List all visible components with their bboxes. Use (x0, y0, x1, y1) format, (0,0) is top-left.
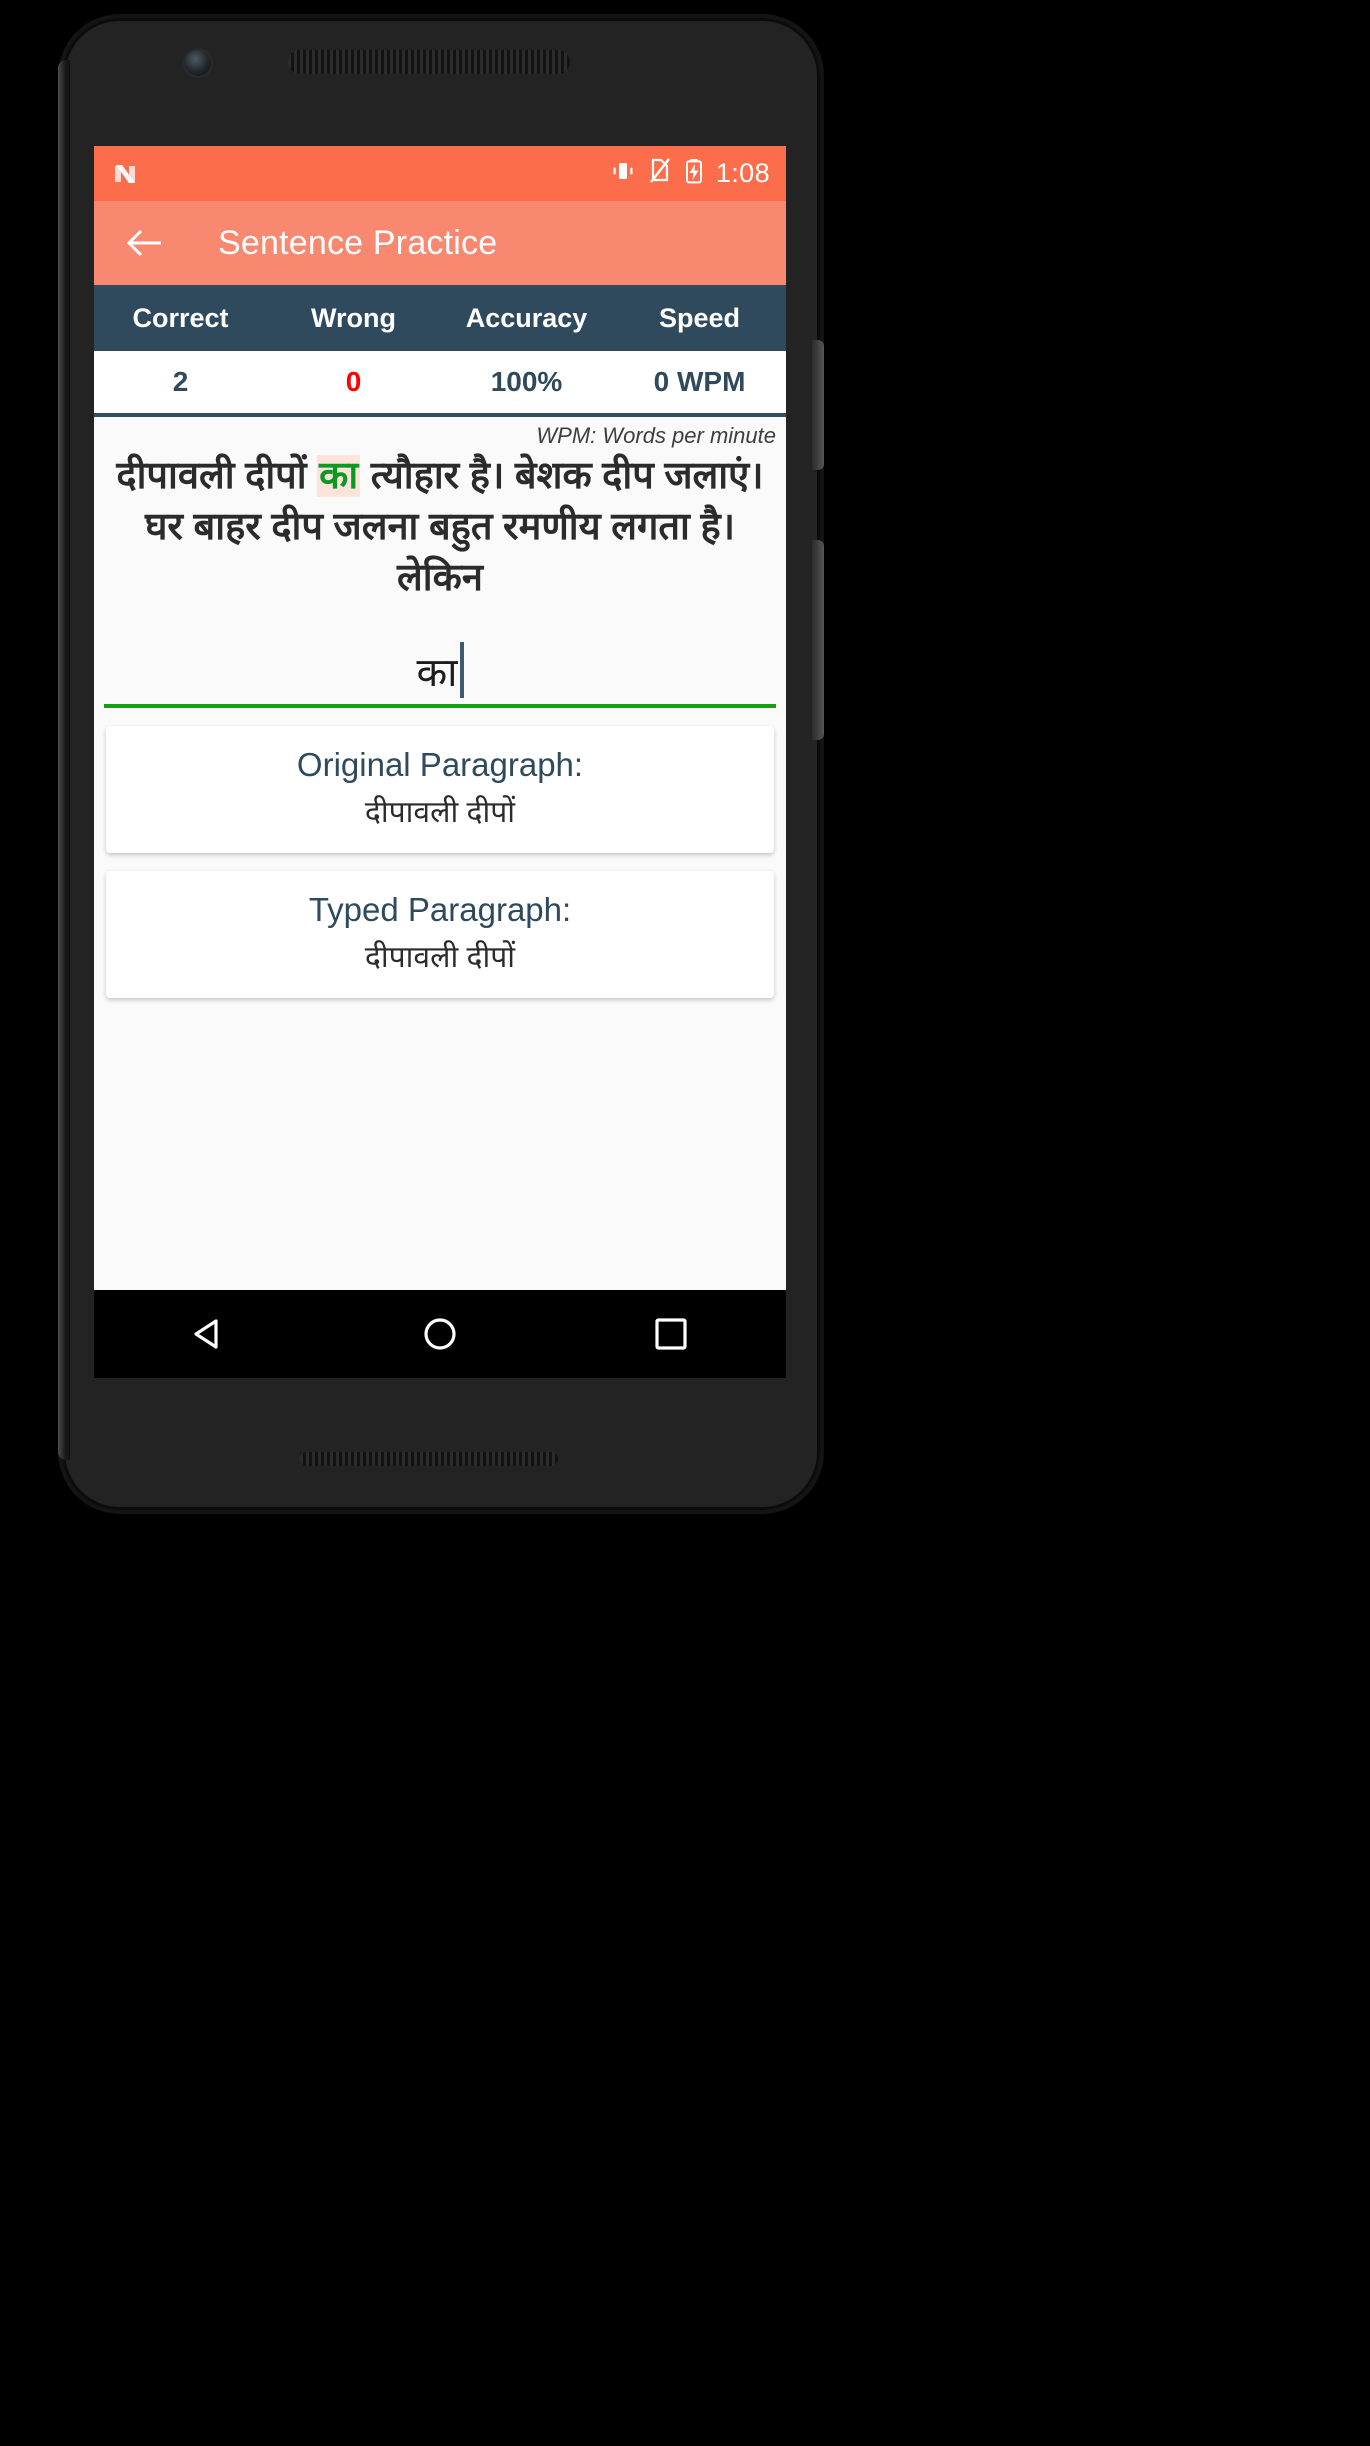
device-power-button[interactable] (812, 340, 824, 470)
earpiece-speaker (288, 50, 570, 74)
device-volume-button[interactable] (812, 540, 824, 740)
typed-paragraph-title: Typed Paragraph: (308, 890, 572, 928)
status-bar-right: 1:08 (610, 158, 770, 189)
app-toolbar: Sentence Practice (94, 201, 786, 285)
stats-header-wrong: Wrong (311, 302, 396, 333)
stats-header-correct: Correct (132, 302, 229, 333)
vibrate-icon (610, 158, 636, 189)
back-arrow-icon[interactable] (122, 220, 168, 266)
target-paragraph: दीपावली दीपों का त्यौहार है। बेशक दीप जल… (94, 449, 786, 604)
phone-screen: 1:08 Sentence Practice Correct Wrong Acc… (94, 146, 786, 1378)
status-bar-left (112, 161, 610, 187)
bottom-speaker (300, 1452, 558, 1466)
stats-value-speed: 0 WPM (653, 366, 746, 397)
typing-input-field[interactable]: का (104, 620, 776, 708)
stats-value-accuracy: 100% (490, 366, 563, 397)
recents-square-icon[interactable] (648, 1311, 694, 1357)
text-caret (459, 641, 464, 698)
home-circle-icon[interactable] (417, 1311, 463, 1357)
stats-header-row: Correct Wrong Accuracy Speed (94, 285, 786, 351)
paragraph-current-word: का (317, 455, 361, 497)
typing-input-value[interactable]: का (416, 643, 457, 698)
no-sim-icon (648, 158, 672, 189)
status-bar: 1:08 (94, 146, 786, 201)
stats-header-speed: Speed (658, 302, 741, 333)
original-paragraph-title: Original Paragraph: (296, 745, 584, 783)
typed-paragraph-text: दीपावली दीपों (364, 940, 516, 974)
original-paragraph-card: Original Paragraph: दीपावली दीपों (106, 725, 774, 853)
wpm-legend: WPM: Words per minute (536, 423, 776, 448)
original-paragraph-text: दीपावली दीपों (364, 795, 516, 829)
stats-header-accuracy: Accuracy (465, 302, 588, 333)
back-triangle-icon[interactable] (186, 1311, 232, 1357)
android-navigation-bar (94, 1290, 786, 1378)
typed-paragraph-card: Typed Paragraph: दीपावली दीपों (106, 870, 774, 998)
paragraph-before: दीपावली दीपों (116, 455, 318, 497)
front-camera (185, 50, 211, 76)
status-bar-clock: 1:08 (715, 158, 770, 188)
stats-value-correct: 2 (172, 366, 189, 397)
device-left-edge (58, 60, 70, 1460)
battery-charging-icon (684, 158, 704, 189)
stats-value-row: 2 0 100% 0 WPM (94, 351, 786, 417)
stats-value-wrong: 0 (345, 366, 362, 397)
android-n-logo-icon (112, 161, 138, 187)
page-title: Sentence Practice (218, 223, 498, 262)
